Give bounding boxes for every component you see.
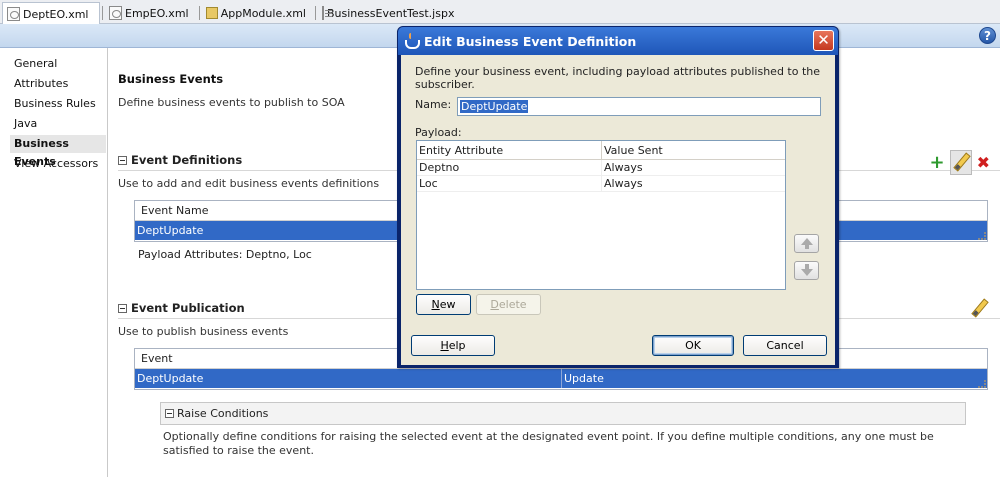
mnemonic: D (490, 298, 499, 311)
move-down-button[interactable] (794, 261, 819, 280)
nav-item-java[interactable]: Java (14, 115, 37, 133)
page-icon (322, 6, 332, 20)
delete-icon[interactable]: ✖ (977, 154, 990, 171)
section-title: Event Publication (131, 301, 245, 315)
table-row[interactable]: Deptno Always (417, 160, 785, 176)
definition-toolbar: + ✖ (930, 150, 990, 175)
tab-label: DeptEO.xml (23, 7, 89, 21)
edit-business-event-dialog: Edit Business Event Definition ✕ Define … (397, 26, 839, 368)
event-name-cell: DeptUpdate (137, 224, 204, 237)
pencil-icon (952, 152, 970, 170)
cancel-button[interactable]: Cancel (743, 335, 827, 356)
table-row[interactable]: DeptUpdate Update (135, 369, 987, 388)
nav-item-attributes[interactable]: Attributes (14, 75, 68, 93)
new-button[interactable]: New (416, 294, 471, 315)
value-sent-cell[interactable]: Always (601, 176, 643, 191)
delete-button[interactable]: Delete (476, 294, 541, 315)
mnemonic: H (440, 339, 449, 352)
nav-item-business-events[interactable]: Business Events (10, 135, 106, 168)
section-title: Raise Conditions (177, 407, 269, 420)
column-header-entity-attribute[interactable]: Entity Attribute (419, 144, 503, 157)
java-cup-icon (404, 33, 420, 49)
nav-item-business-rules[interactable]: Business Rules (14, 95, 96, 113)
xml-file-icon (109, 6, 122, 20)
arrow-down-icon (800, 264, 813, 276)
payload-attributes: Payload Attributes: Deptno, Loc (138, 248, 312, 261)
overview-nav: General Attributes Business Rules Java B… (0, 48, 108, 477)
tab-label: BusinessEventTest.jspx (327, 6, 455, 20)
collapse-icon[interactable] (118, 303, 127, 313)
nav-item-general[interactable]: General (14, 55, 57, 73)
payload-header-row: Entity Attribute Value Sent (417, 141, 785, 160)
nav-item-view-accessors[interactable]: View Accessors (14, 155, 98, 173)
publication-description: Use to publish business events (118, 325, 289, 338)
help-icon[interactable]: ? (979, 27, 996, 44)
resize-grip-icon[interactable] (978, 380, 986, 388)
definitions-description: Use to add and edit business events defi… (118, 177, 380, 190)
button-label: elp (448, 339, 466, 352)
editor-tab-strip: DeptEO.xml EmpEO.xml AppModule.xml Busin… (0, 0, 1000, 25)
resize-grip-icon[interactable] (978, 232, 986, 240)
add-icon[interactable]: + (930, 153, 945, 171)
tab-depteo[interactable]: DeptEO.xml (2, 2, 100, 25)
column-header-value-sent[interactable]: Value Sent (601, 141, 663, 159)
payload-attributes-label: Payload Attributes: (138, 248, 243, 261)
tab-empeo[interactable]: EmpEO.xml (102, 2, 200, 24)
payload-label: Payload: (415, 126, 462, 139)
button-label: ew (439, 298, 456, 311)
section-title: Event Definitions (131, 153, 243, 167)
dialog-title: Edit Business Event Definition (424, 33, 637, 49)
dialog-description: Define your business event, including pa… (415, 65, 821, 91)
payload-attributes-value: Deptno, Loc (245, 248, 312, 261)
name-input-value: DeptUpdate (460, 100, 529, 113)
event-publication-header[interactable]: Event Publication (118, 301, 245, 315)
edit-publication-pencil-icon[interactable] (970, 298, 988, 316)
collapse-icon[interactable] (118, 155, 127, 165)
move-up-button[interactable] (794, 234, 819, 253)
arrow-up-icon (800, 238, 813, 249)
xml-file-icon (7, 7, 20, 21)
help-button[interactable]: Help (411, 335, 495, 356)
collapse-icon[interactable] (165, 409, 174, 418)
mnemonic: N (431, 298, 440, 311)
column-header-label: Event (141, 352, 173, 365)
tab-label: AppModule.xml (220, 6, 306, 20)
attribute-cell: Loc (419, 177, 438, 190)
raise-conditions-header[interactable]: Raise Conditions (160, 402, 966, 425)
tab-businesseventtest[interactable]: BusinessEventTest.jspx (315, 2, 458, 24)
attribute-cell: Deptno (419, 161, 460, 174)
name-label: Name: (415, 98, 452, 111)
payload-table: Entity Attribute Value Sent Deptno Alway… (416, 140, 786, 290)
value-sent-cell[interactable]: Always (601, 160, 643, 175)
table-row[interactable]: Loc Always (417, 176, 785, 192)
page-title: Business Events (118, 72, 224, 86)
ok-button[interactable]: OK (652, 335, 734, 356)
event-point-cell: Update (561, 369, 604, 388)
dialog-body: Define your business event, including pa… (401, 55, 835, 365)
folder-icon (206, 7, 218, 19)
event-definitions-header[interactable]: Event Definitions (118, 153, 242, 167)
tab-label: EmpEO.xml (125, 6, 189, 20)
edit-button[interactable] (949, 150, 972, 175)
close-button[interactable]: ✕ (813, 30, 834, 51)
button-label: elete (498, 298, 527, 311)
raise-conditions-description: Optionally define conditions for raising… (163, 430, 934, 457)
name-input[interactable]: DeptUpdate (457, 97, 821, 116)
dialog-title-bar[interactable]: Edit Business Event Definition ✕ (398, 27, 838, 55)
event-cell: DeptUpdate (137, 372, 204, 385)
page-description: Define business events to publish to SOA (118, 96, 345, 109)
tab-appmodule[interactable]: AppModule.xml (199, 2, 312, 24)
